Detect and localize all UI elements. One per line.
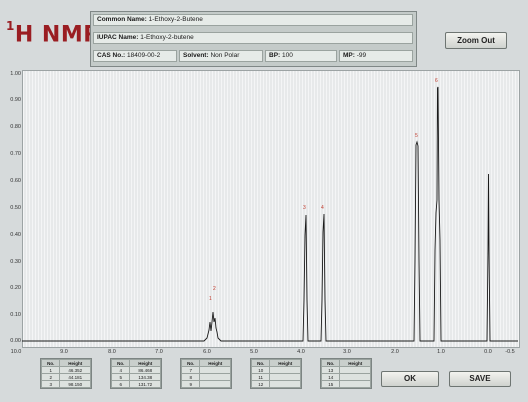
table-header: No.	[320, 359, 341, 367]
table-header: Height	[59, 359, 91, 367]
table-row: 7	[180, 366, 231, 374]
peak-label-1: 1	[209, 296, 212, 302]
table-cell: 86.468	[129, 366, 161, 374]
peak-table-1: No. Height 1 46.352 2 44.181 3 98.150	[40, 358, 92, 389]
table-cell: 8	[180, 373, 201, 381]
peak-label-4: 4	[321, 205, 324, 211]
table-row: 1 46.352	[40, 366, 91, 374]
peak-table-2: No. Height 4 86.468 5 134.38 6 131.72	[110, 358, 162, 389]
table-row: 12	[250, 380, 301, 388]
table-header: No.	[250, 359, 271, 367]
table-header: Height	[339, 359, 371, 367]
table-cell: 46.352	[59, 366, 91, 374]
table-cell: 3	[40, 380, 61, 388]
table-cell: 98.150	[59, 380, 91, 388]
table-row: 9	[180, 380, 231, 388]
table-cell: 12	[250, 380, 271, 388]
table-row: 8	[180, 373, 231, 381]
table-cell	[269, 366, 301, 374]
table-cell: 44.181	[59, 373, 91, 381]
table-cell: 7	[180, 366, 201, 374]
table-cell: 10	[250, 366, 271, 374]
table-cell: 2	[40, 373, 61, 381]
table-header: Height	[269, 359, 301, 367]
table-cell	[199, 373, 231, 381]
table-row: 15	[320, 380, 371, 388]
table-cell: 6	[110, 380, 131, 388]
table-cell: 13	[320, 366, 341, 374]
nmr-spectrum-trace: 1 2 3 4 5 6	[22, 78, 518, 342]
table-cell: 1	[40, 366, 61, 374]
table-header: No.	[40, 359, 61, 367]
table-row: 6 131.72	[110, 380, 161, 388]
table-row: 11	[250, 373, 301, 381]
table-row: 13	[320, 366, 371, 374]
table-cell: 4	[110, 366, 131, 374]
peak-label-3: 3	[303, 205, 306, 211]
baseline-trace	[22, 86, 518, 342]
peak-table-4: No. Height 10 11 12	[250, 358, 302, 389]
table-header: Height	[129, 359, 161, 367]
table-cell	[199, 366, 231, 374]
table-cell: 134.38	[129, 373, 161, 381]
table-header: No.	[180, 359, 201, 367]
table-row: 4 86.468	[110, 366, 161, 374]
table-cell	[269, 380, 301, 388]
peak-table-5: No. Height 13 14 15	[320, 358, 372, 389]
save-button[interactable]: SAVE	[449, 371, 511, 387]
peak-label-2: 2	[213, 286, 216, 292]
table-cell: 131.72	[129, 380, 161, 388]
peak-table-3: No. Height 7 8 9	[180, 358, 232, 389]
table-header: Height	[199, 359, 231, 367]
ok-button[interactable]: OK	[381, 371, 439, 387]
table-row: 10	[250, 366, 301, 374]
table-cell: 9	[180, 380, 201, 388]
table-row: 14	[320, 373, 371, 381]
table-cell: 5	[110, 373, 131, 381]
table-cell	[339, 373, 371, 381]
table-cell	[269, 373, 301, 381]
peak-label-6: 6	[435, 78, 438, 84]
table-cell	[339, 366, 371, 374]
table-cell: 14	[320, 373, 341, 381]
table-row: 2 44.181	[40, 373, 91, 381]
peak-label-5: 5	[415, 133, 418, 139]
table-row: 5 134.38	[110, 373, 161, 381]
table-header: No.	[110, 359, 131, 367]
table-cell: 11	[250, 373, 271, 381]
table-cell	[199, 380, 231, 388]
table-row: 3 98.150	[40, 380, 91, 388]
table-cell: 15	[320, 380, 341, 388]
table-cell	[339, 380, 371, 388]
